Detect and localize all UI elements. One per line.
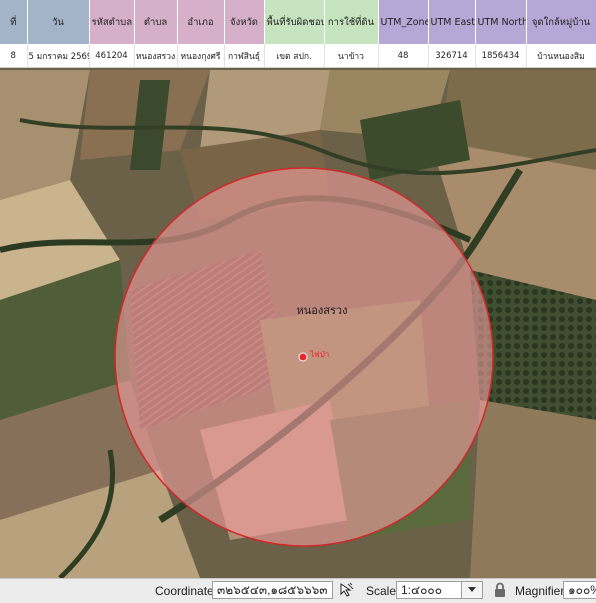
table-cell[interactable]: เขต สปก. — [264, 44, 325, 68]
chevron-down-icon — [468, 587, 476, 592]
table-cell[interactable]: 461204 — [89, 44, 135, 68]
column-header[interactable]: จุดใกล้หมู่บ้าน — [526, 0, 596, 44]
column-header[interactable]: การใช้ที่ดิน — [324, 0, 379, 44]
village-label: หนองสรวง — [297, 304, 348, 317]
table-cell[interactable]: บ้านหนองสิม — [526, 44, 596, 68]
coordinate-field[interactable]: ๓๒๖๕๔๓,๑๘๕๖๖๖๓ — [212, 581, 333, 599]
scale-label: Scale — [366, 584, 397, 598]
table-cell[interactable]: 1856434 — [475, 44, 527, 68]
column-header[interactable]: พื้นที่รับผิดชอบ — [264, 0, 325, 44]
column-header[interactable]: UTM North — [475, 0, 527, 44]
table-cell[interactable]: หนองสรวง — [134, 44, 178, 68]
column-header[interactable]: ตำบล — [134, 0, 178, 44]
magnifier-label: Magnifier — [515, 584, 565, 598]
table-cell[interactable]: 5 มกราคม 2569 — [27, 44, 90, 68]
magnifier-field[interactable]: ๑๐๐% — [563, 581, 596, 599]
coordinate-label: Coordinate — [155, 584, 214, 598]
column-header[interactable]: ที่ — [0, 0, 28, 44]
scale-dropdown-button[interactable] — [461, 581, 483, 599]
attribute-table: ที่ วัน รหัสตำบล ตำบล อำเภอ จังหวัด พื้นที่รับ… — [0, 0, 596, 68]
table-cell[interactable]: 8 — [0, 44, 28, 68]
status-bar: Coordinate ๓๒๖๕๔๓,๑๘๕๖๖๖๓ Scale 1:๔๐๐๐ M… — [0, 578, 596, 603]
mouse-coordinate-icon[interactable] — [338, 582, 354, 598]
table-cell[interactable]: หนองกุงศรี — [177, 44, 225, 68]
column-header[interactable]: UTM_Zone — [378, 0, 429, 44]
table-cell[interactable]: กาฬสินธุ์ — [224, 44, 265, 68]
table-row[interactable]: 85 มกราคม 2569 461204 หนองสรวง หนองกุงศรี กา… — [0, 44, 596, 68]
column-header[interactable]: รหัสตำบล — [89, 0, 135, 44]
table-cell[interactable]: 326714 — [428, 44, 476, 68]
scale-field[interactable]: 1:๔๐๐๐ — [396, 581, 462, 599]
table-header-row: ที่ วัน รหัสตำบล ตำบล อำเภอ จังหวัด พื้นที่รับ… — [0, 0, 596, 44]
fire-point-label: ไฟป่า — [309, 350, 329, 359]
satellite-imagery: หนองสรวง ไฟป่า — [0, 0, 596, 578]
lock-icon[interactable] — [492, 582, 508, 598]
table-cell[interactable]: 48 — [378, 44, 429, 68]
fire-point-marker[interactable] — [298, 352, 308, 362]
column-header[interactable]: จังหวัด — [224, 0, 265, 44]
column-header[interactable]: UTM East — [428, 0, 476, 44]
column-header[interactable]: อำเภอ — [177, 0, 225, 44]
column-header[interactable]: วัน — [27, 0, 90, 44]
map-canvas[interactable]: หนองสรวง ไฟป่า — [0, 0, 596, 578]
table-cell[interactable]: นาข้าว — [324, 44, 379, 68]
